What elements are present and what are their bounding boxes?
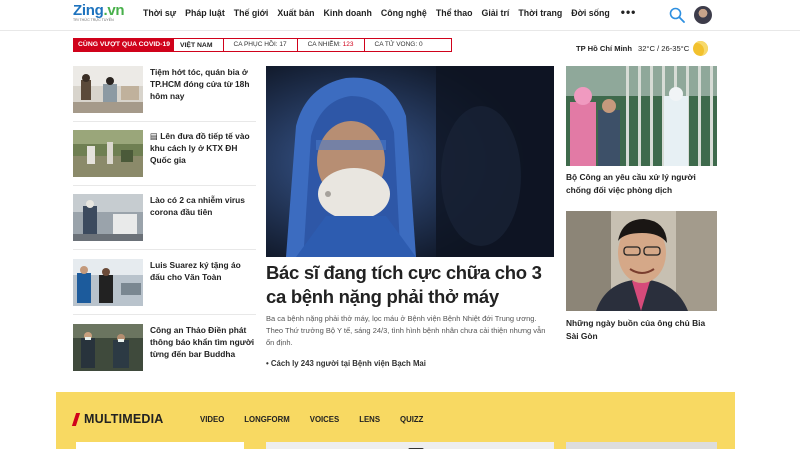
article-thumbnail[interactable] bbox=[73, 259, 143, 306]
site-header: Zing.vn TRI THỨC TRỰC TUYẾN Thời sự Pháp… bbox=[0, 0, 800, 31]
tab-video[interactable]: VIDEO bbox=[200, 415, 224, 424]
covid-infected: CA NHIỄM: 123 bbox=[296, 39, 364, 51]
tab-voices[interactable]: VOICES bbox=[310, 415, 339, 424]
list-item[interactable]: Luis Suarez ký tặng áo đấu cho Văn Toàn bbox=[73, 259, 256, 307]
deaths-count: 0 bbox=[418, 41, 423, 48]
recovered-count: 17 bbox=[279, 41, 287, 48]
nav-item-xuat-ban[interactable]: Xuất bản bbox=[277, 8, 314, 19]
article-thumbnail[interactable] bbox=[73, 324, 143, 371]
list-item[interactable]: Lào có 2 ca nhiễm virus corona đầu tiên bbox=[73, 194, 256, 242]
tab-longform[interactable]: LONGFORM bbox=[244, 415, 289, 424]
logo-name: Zing bbox=[73, 2, 104, 19]
multimedia-card[interactable] bbox=[266, 442, 554, 449]
article-thumbnail[interactable] bbox=[73, 194, 143, 241]
hero-image[interactable] bbox=[266, 66, 554, 257]
multimedia-section: MULTIMEDIA VIDEO LONGFORM VOICES LENS QU… bbox=[56, 392, 735, 449]
covid-deaths: CA TỬ VONG: 0 bbox=[363, 39, 433, 51]
section-accent bbox=[71, 412, 81, 426]
article-thumbnail[interactable] bbox=[566, 66, 717, 166]
nav-item-giai-tri[interactable]: Giải trí bbox=[481, 8, 509, 19]
divider bbox=[73, 121, 256, 122]
nav-item-phap-luat[interactable]: Pháp luật bbox=[185, 8, 225, 19]
hero-summary: Ba ca bệnh nặng phải thở máy, lọc máu ở … bbox=[266, 314, 546, 347]
weather-widget[interactable]: TP Hồ Chí Minh 32°C / 26-35°C bbox=[576, 41, 709, 56]
recovered-label: CA PHỤC HỒI: bbox=[233, 41, 278, 48]
infected-count: 123 bbox=[342, 41, 354, 48]
user-avatar[interactable] bbox=[694, 6, 712, 24]
nav-item-thoi-trang[interactable]: Thời trang bbox=[518, 8, 562, 19]
multimedia-header: MULTIMEDIA bbox=[71, 412, 164, 426]
list-item[interactable]: Tiệm hớt tóc, quán bia ở TP.HCM đóng cửa… bbox=[73, 66, 256, 114]
article-title[interactable]: Những ngày buồn của ông chủ Bia Sài Gòn bbox=[566, 317, 717, 342]
article-title[interactable]: Tiệm hớt tóc, quán bia ở TP.HCM đóng cửa… bbox=[150, 66, 256, 102]
article-thumbnail[interactable] bbox=[73, 130, 143, 177]
list-item[interactable]: Công an Thảo Điền phát thông báo khẩn tì… bbox=[73, 324, 256, 372]
more-menu-icon[interactable]: ••• bbox=[621, 5, 637, 19]
nav-item-doi-song[interactable]: Đời sống bbox=[571, 8, 610, 19]
multimedia-card[interactable] bbox=[566, 442, 717, 449]
nav-item-the-thao[interactable]: Thể thao bbox=[436, 8, 473, 19]
article-title[interactable]: Luis Suarez ký tặng áo đấu cho Văn Toàn bbox=[150, 259, 256, 283]
main-nav: Thời sự Pháp luật Thế giới Xuất bản Kinh… bbox=[143, 5, 645, 19]
article-title[interactable]: Công an Thảo Điền phát thông báo khẩn tì… bbox=[150, 324, 256, 360]
weather-temp: 32°C / 26-35°C bbox=[637, 44, 690, 53]
covid-recovered: CA PHỤC HỒI: 17 bbox=[222, 39, 297, 51]
list-item[interactable]: ▤ Lên đưa đồ tiếp tế vào khu cách ly ở K… bbox=[73, 130, 256, 178]
multimedia-tabs: VIDEO LONGFORM VOICES LENS QUIZZ bbox=[200, 415, 443, 424]
weather-city: TP Hồ Chí Minh bbox=[576, 44, 632, 53]
tab-lens[interactable]: LENS bbox=[359, 415, 380, 424]
search-icon[interactable] bbox=[669, 7, 685, 23]
nav-item-thoi-su[interactable]: Thời sự bbox=[143, 8, 176, 19]
nav-item-kinh-doanh[interactable]: Kinh doanh bbox=[324, 8, 372, 19]
logo-domain: .vn bbox=[103, 2, 125, 19]
divider bbox=[73, 249, 256, 250]
article-title[interactable]: Lào có 2 ca nhiễm virus corona đầu tiên bbox=[150, 194, 256, 218]
article-thumbnail[interactable] bbox=[73, 66, 143, 113]
article-title[interactable]: Bộ Công an yêu cầu xử lý người chống đối… bbox=[566, 171, 717, 196]
article-title[interactable]: ▤ Lên đưa đồ tiếp tế vào khu cách ly ở K… bbox=[150, 130, 256, 166]
deaths-label: CA TỬ VONG: bbox=[374, 41, 418, 48]
tab-quizz[interactable]: QUIZZ bbox=[400, 415, 423, 424]
divider bbox=[73, 314, 256, 315]
nav-item-the-gioi[interactable]: Thế giới bbox=[234, 8, 269, 19]
covid-ticker[interactable]: CÙNG VƯỢT QUA COVID-19 VIỆT NAM CA PHỤC … bbox=[73, 38, 452, 52]
related-link[interactable]: • Cách ly 243 người tại Bệnh viện Bạch M… bbox=[266, 359, 426, 368]
divider bbox=[73, 185, 256, 186]
covid-tag: CÙNG VƯỢT QUA COVID-19 bbox=[74, 39, 175, 51]
covid-country: VIỆT NAM bbox=[180, 41, 213, 49]
article-thumbnail[interactable] bbox=[566, 211, 717, 311]
nav-item-cong-nghe[interactable]: Công nghệ bbox=[381, 8, 427, 19]
hero-headline[interactable]: Bác sĩ đang tích cực chữa cho 3 ca bệnh … bbox=[266, 261, 554, 309]
zing-logo[interactable]: Zing.vn TRI THỨC TRỰC TUYẾN bbox=[73, 2, 133, 28]
multimedia-title[interactable]: MULTIMEDIA bbox=[84, 412, 164, 426]
infected-label: CA NHIỄM: bbox=[307, 41, 341, 48]
multimedia-card[interactable] bbox=[76, 442, 244, 449]
sun-icon bbox=[693, 41, 709, 56]
